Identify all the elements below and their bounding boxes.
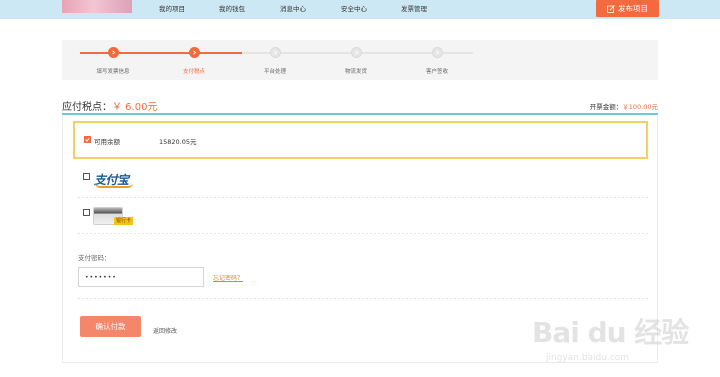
watermark-url: jingyan.baidu.com xyxy=(546,353,630,363)
bankcard-checkbox[interactable] xyxy=(83,209,90,216)
balance-checkbox[interactable] xyxy=(84,136,91,143)
nav-item-invoices[interactable]: 发票管理 xyxy=(401,3,427,13)
step-4-pending-icon xyxy=(351,47,362,58)
password-input[interactable] xyxy=(78,267,204,287)
invoice-amount: 开票金额：￥100.00元 xyxy=(590,101,658,111)
forgot-password-link[interactable]: 忘记密码？ xyxy=(213,273,243,282)
tax-payable: 应付税点：￥ 6.00元 xyxy=(62,98,157,113)
form-divider xyxy=(78,298,648,299)
tax-payable-amount: ￥ 6.00元 xyxy=(112,102,158,113)
nav-item-security[interactable]: 安全中心 xyxy=(341,3,367,13)
step-label-customer-receipt: 客户签收 xyxy=(425,69,449,75)
publish-project-label: 发布项目 xyxy=(618,4,648,13)
step-3-pending-icon xyxy=(270,47,281,58)
option-divider xyxy=(78,233,648,234)
password-label: 支付密码： xyxy=(78,254,111,262)
tax-payable-label: 应付税点： xyxy=(62,102,112,113)
balance-label: 可用余额 xyxy=(94,138,120,146)
alipay-swoosh-icon xyxy=(95,183,133,188)
avatar xyxy=(62,0,132,13)
checkmark-icon xyxy=(85,137,90,142)
nav-item-my-projects[interactable]: 我的项目 xyxy=(159,3,185,13)
tax-summary: 应付税点：￥ 6.00元 开票金额：￥100.00元 xyxy=(62,97,658,113)
step-1-done-icon xyxy=(108,47,119,58)
invoice-amount-label: 开票金额： xyxy=(589,103,623,111)
nav-item-my-wallet[interactable]: 我的钱包 xyxy=(219,3,245,13)
invoice-amount-value: ￥100.00元 xyxy=(622,103,658,111)
step-progress-line-done xyxy=(80,52,242,54)
alipay-logo[interactable]: 支付宝 xyxy=(94,171,134,188)
page: 我的项目 我的钱包 消息中心 安全中心 发票管理 发布项目 填写发票信息 支付税… xyxy=(0,0,720,377)
alipay-checkbox[interactable] xyxy=(83,173,90,180)
step-label-pay-tax: 支付税点 xyxy=(182,69,206,75)
step-label-shipping: 物流发货 xyxy=(344,69,368,75)
watermark-logo: Bai du 经验 xyxy=(532,316,689,349)
nav-item-messages[interactable]: 消息中心 xyxy=(280,3,306,13)
baidu-watermark: Bai du 经验 jingyan.baidu.com xyxy=(532,311,718,375)
step-2-done-icon xyxy=(189,47,200,58)
publish-project-button[interactable]: 发布项目 xyxy=(596,0,659,17)
progress-steps: 填写发票信息 支付税点 平台处理 物流发货 客户签收 xyxy=(62,40,658,80)
edit-icon xyxy=(607,4,615,13)
confirm-payment-button[interactable]: 确认付款 xyxy=(80,316,141,337)
option-divider xyxy=(78,197,648,198)
bankcard-tag: 银行卡 xyxy=(114,217,134,225)
back-to-edit-link[interactable]: 返回修改 xyxy=(153,326,177,335)
step-label-fill-invoice: 填写发票信息 xyxy=(96,69,130,75)
step-label-platform-processing: 平台处理 xyxy=(263,69,287,75)
top-nav: 我的项目 我的钱包 消息中心 安全中心 发票管理 发布项目 xyxy=(0,0,720,19)
balance-amount: 15820.05元 xyxy=(159,138,197,146)
step-5-pending-icon xyxy=(432,47,443,58)
